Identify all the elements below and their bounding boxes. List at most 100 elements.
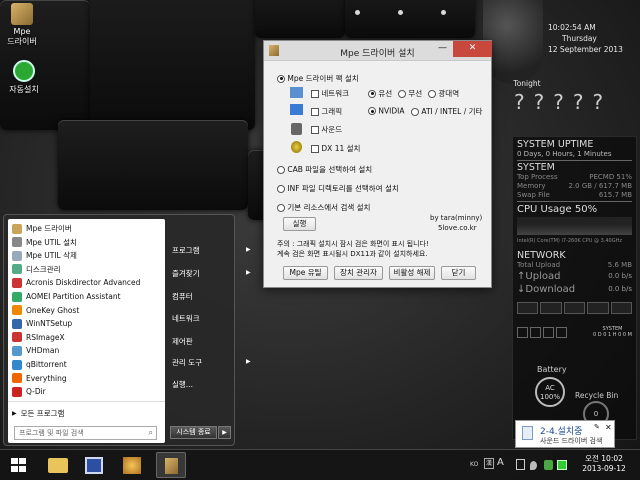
chevron-right-icon: ▶ [222, 429, 227, 436]
ati-intel-option[interactable]: ATI / INTEL / 기타 [411, 106, 482, 117]
desktop-icon-label: 자동설치 [9, 85, 39, 94]
program-label: Q-Dir [26, 387, 46, 397]
lock-icon[interactable] [517, 326, 528, 338]
start-program-item[interactable]: RSImageX [12, 331, 65, 344]
ime-mode-icon[interactable]: 漢 [484, 458, 494, 469]
sound-checkbox[interactable]: 사운드 [311, 124, 342, 135]
gadget-button[interactable] [587, 302, 609, 314]
taskbar-mpe-driver[interactable] [156, 452, 186, 478]
broadband-option[interactable]: 광대역 [428, 88, 459, 99]
start-program-item[interactable]: 디스크관리 [12, 263, 61, 276]
program-icon [12, 332, 22, 343]
graphics-checkbox[interactable]: 그래픽 [311, 106, 342, 117]
program-label: Mpe 드라이버 [26, 224, 72, 233]
program-label: 디스크관리 [26, 264, 61, 274]
ime-alpha-indicator[interactable]: A [497, 457, 504, 468]
start-program-item[interactable]: Acronis Diskdirector Advanced [12, 276, 140, 289]
pin-icon[interactable]: ✎ [594, 423, 600, 431]
start-program-item[interactable]: Q-Dir [12, 385, 46, 398]
taskbar-tools-app[interactable] [117, 452, 147, 478]
network-checkbox[interactable]: 네트워크 [311, 88, 349, 99]
desktop-icon-auto-install[interactable]: 자동설치 [4, 60, 44, 95]
start-right-network[interactable]: 네트워크 [172, 313, 200, 324]
start-program-item[interactable]: Mpe UTIL 설치 [12, 236, 77, 249]
start-right-control-panel[interactable]: 제어판 [172, 336, 193, 347]
tray-safe-remove-icon[interactable] [544, 460, 553, 470]
gadget-button[interactable] [563, 302, 586, 314]
clock-day: Thursday [562, 34, 597, 43]
start-search-input[interactable]: 프로그램 및 파일 검색 ⌕ [14, 426, 157, 440]
cpu-model: Intel(R) Core(TM) i7-260K CPU @ 3.40GHz [517, 238, 622, 244]
program-label: qBittorrent [26, 360, 67, 369]
basic-search-option[interactable]: 기본 리소스에서 검색 설치 [277, 202, 370, 213]
start-right-programs[interactable]: 프로그램 ▶ [172, 245, 251, 256]
start-program-item[interactable]: AOMEI Partition Assistant [12, 290, 121, 303]
program-label: Mpe UTIL 설치 [26, 237, 77, 247]
network-icon [290, 87, 303, 98]
start-right-run[interactable]: 실행... [172, 379, 193, 390]
run-button[interactable]: 실행 [283, 217, 316, 231]
start-program-item[interactable]: WinNTSetup [12, 317, 72, 330]
refresh-icon[interactable] [530, 326, 541, 338]
nvidia-option[interactable]: NVIDIA [368, 106, 404, 116]
clock-time: 10:02:54 AM [548, 23, 596, 32]
shutdown-options-button[interactable]: ▶ [218, 426, 231, 439]
program-icon [12, 318, 22, 329]
wired-option[interactable]: 유선 [368, 88, 392, 99]
network-title: NETWORK [517, 250, 566, 261]
close-dialog-button[interactable]: 닫기 [441, 266, 476, 280]
window-titlebar[interactable]: Mpe 드라이버 설치 — ✕ [264, 41, 492, 61]
tray-device-icon[interactable] [516, 459, 525, 470]
moon-icon[interactable] [556, 326, 567, 338]
gadget-button[interactable] [610, 302, 633, 314]
search-icon: ⌕ [148, 428, 153, 437]
pack-install-option[interactable]: Mpe 드라이버 팩 설치 [277, 73, 359, 84]
weather-unknown-icon: ? [533, 90, 554, 114]
weather-unknown-icon: ? [514, 90, 534, 114]
wallpaper-dot [441, 10, 446, 15]
start-program-item[interactable]: Mpe UTIL 삭제 [12, 249, 77, 262]
language-indicator[interactable]: KO [470, 461, 478, 468]
program-label: WinNTSetup [26, 319, 73, 329]
desktop-icon-mpe-driver[interactable]: Mpe 드라이버 [2, 3, 42, 47]
system-counter: 0 D 0 1 H 0 0 M [593, 332, 632, 338]
close-button[interactable]: ✕ [453, 41, 492, 57]
tray-network-icon[interactable] [530, 461, 537, 470]
inf-select-option[interactable]: INF 파일 디렉토리를 선택하여 설치 [277, 183, 399, 194]
start-button[interactable] [4, 452, 34, 478]
start-program-item[interactable]: Mpe 드라이버 [12, 222, 72, 235]
wallpaper-dot [398, 10, 403, 15]
gadget-button[interactable] [517, 302, 539, 314]
play-arrow-icon [13, 60, 35, 82]
dx11-checkbox[interactable]: DX 11 설치 [311, 143, 360, 154]
program-icon [12, 264, 22, 275]
tray-app-icon[interactable] [557, 460, 567, 470]
taskbar-clock[interactable]: 오전 10:02 2013-09-12 [575, 454, 633, 474]
taskbar-save-app[interactable] [79, 452, 109, 478]
start-program-item[interactable]: qBittorrent [12, 358, 67, 371]
close-icon[interactable]: ✕ [605, 423, 612, 432]
system-title: SYSTEM [517, 162, 555, 173]
all-programs-item[interactable]: ▶ 모든 프로그램 [12, 407, 64, 420]
device-manager-button[interactable]: 장치 관리자 [334, 266, 383, 280]
taskbar-file-explorer[interactable] [43, 452, 73, 478]
recycle-bin-title: Recycle Bin [575, 391, 619, 400]
shutdown-button[interactable]: 시스템 종료 [170, 426, 217, 439]
start-program-item[interactable]: VHDman [12, 344, 59, 357]
install-notification-balloon[interactable]: 2-4.설치중 사운드 드라이버 검색 ✎ ✕ [515, 420, 615, 448]
cpu-graph [517, 217, 632, 235]
start-program-item[interactable]: Everything [12, 372, 67, 385]
start-right-favorites[interactable]: 즐겨찾기 ▶ [172, 268, 251, 279]
gadget-button[interactable] [540, 302, 562, 314]
enable-disabled-button[interactable]: 비활성 해제 [389, 266, 435, 280]
wireless-option[interactable]: 무선 [398, 88, 422, 99]
cab-select-option[interactable]: CAB 파일을 선택하여 설치 [277, 164, 372, 175]
wallpaper-key [345, 0, 475, 38]
start-right-computer[interactable]: 컴퓨터 [172, 291, 193, 302]
mpe-util-button[interactable]: Mpe 유틸 [283, 266, 328, 280]
power-icon[interactable] [543, 326, 554, 338]
minimize-button[interactable]: — [432, 41, 453, 57]
start-right-admin-tools[interactable]: 관리 도구 ▶ [172, 357, 251, 368]
start-program-item[interactable]: OneKey Ghost [12, 304, 79, 317]
system-monitor-gadget: SYSTEM UPTIME 0 Days, 0 Hours, 1 Minutes… [512, 136, 637, 440]
